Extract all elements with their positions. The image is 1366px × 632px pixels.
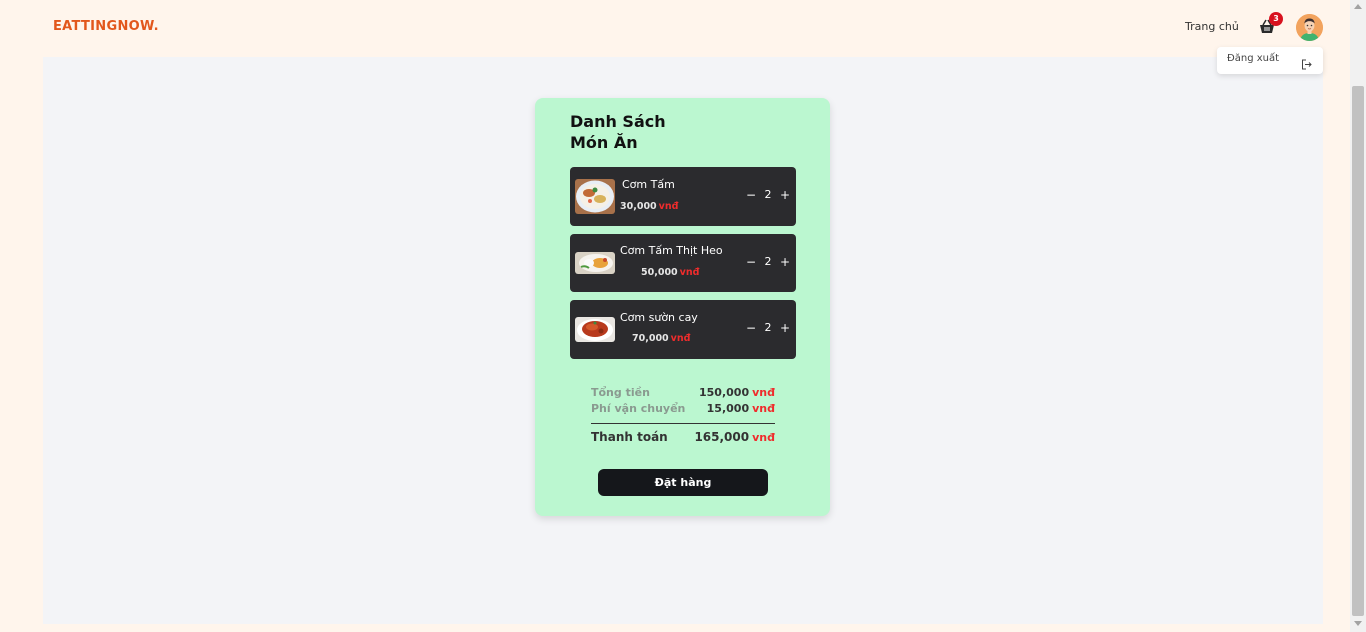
decrease-quantity-button[interactable]: − <box>746 321 756 335</box>
item-name: Cơm Tấm Thịt Heo <box>620 244 723 257</box>
subtotal-label: Tổng tiền <box>591 386 650 399</box>
item-price-value: 30,000 <box>620 201 657 212</box>
cart-item: Cơm Tấm 30,000 vnđ − 2 + <box>570 167 796 226</box>
shipping-value: 15,000 vnđ <box>707 402 775 415</box>
cart-title-line2: Món Ăn <box>570 133 638 152</box>
shipping-amount: 15,000 <box>706 402 750 415</box>
subtotal-currency: vnđ <box>752 386 775 399</box>
quantity-value: 2 <box>764 321 772 334</box>
subtotal-amount: 150,000 <box>699 386 750 399</box>
increase-quantity-button[interactable]: + <box>780 188 790 202</box>
item-price-value: 50,000 <box>641 267 678 278</box>
scroll-down-arrow-icon[interactable] <box>1354 621 1362 626</box>
site-logo[interactable]: EATTINGNOW. <box>53 19 159 34</box>
item-price-currency: vnđ <box>670 333 691 344</box>
page-scrollbar[interactable] <box>1350 0 1366 632</box>
cart-summary-card: Danh Sách Món Ăn Cơm Tấm 30,000 vnđ − 2 + <box>535 98 830 516</box>
increase-quantity-button[interactable]: + <box>780 255 790 269</box>
food-image-com-suon-cay <box>575 317 615 342</box>
total-currency: vnđ <box>752 431 775 444</box>
item-price-currency: vnđ <box>679 267 700 278</box>
item-price: 30,000 vnđ <box>620 201 678 212</box>
subtotal-row: Tổng tiền 150,000 vnđ <box>591 386 775 400</box>
total-row: Thanh toán 165,000 vnđ <box>591 430 775 446</box>
shipping-row: Phí vận chuyển 15,000 vnđ <box>591 402 775 416</box>
scroll-up-arrow-icon[interactable] <box>1354 4 1362 9</box>
cart-count-badge: 3 <box>1269 12 1283 26</box>
logout-icon[interactable] <box>1301 55 1312 70</box>
nav-link-home[interactable]: Trang chủ <box>1185 20 1239 33</box>
logout-menu-item[interactable]: Đăng xuất <box>1227 53 1279 64</box>
food-image-com-tam-thit-heo <box>575 252 615 274</box>
cart-title: Danh Sách Món Ăn <box>570 111 690 153</box>
item-price-currency: vnđ <box>658 201 679 212</box>
scrollbar-thumb[interactable] <box>1352 86 1364 616</box>
cart-title-line1: Danh Sách <box>570 112 666 131</box>
increase-quantity-button[interactable]: + <box>780 321 790 335</box>
top-navbar: EATTINGNOW. Trang chủ 3 <box>0 0 1350 57</box>
quantity-value: 2 <box>764 188 772 201</box>
decrease-quantity-button[interactable]: − <box>746 188 756 202</box>
cart-item: Cơm Tấm Thịt Heo 50,000 vnđ − 2 + <box>570 234 796 292</box>
total-label: Thanh toán <box>591 430 668 444</box>
shipping-label: Phí vận chuyển <box>591 402 686 415</box>
item-name: Cơm Tấm <box>622 178 675 191</box>
food-image-com-tam <box>575 179 615 214</box>
shipping-currency: vnđ <box>752 402 775 415</box>
cart-item: Cơm sườn cay 70,000 vnđ − 2 + <box>570 300 796 359</box>
summary-divider <box>591 423 775 424</box>
item-price-value: 70,000 <box>632 333 669 344</box>
total-value: 165,000 vnđ <box>694 430 775 444</box>
place-order-button[interactable]: Đặt hàng <box>598 469 768 496</box>
item-price: 50,000 vnđ <box>641 267 699 278</box>
quantity-value: 2 <box>764 255 772 268</box>
item-price: 70,000 vnđ <box>632 333 690 344</box>
item-name: Cơm sườn cay <box>620 311 698 324</box>
total-amount: 165,000 <box>694 430 750 444</box>
subtotal-value: 150,000 vnđ <box>699 386 775 399</box>
decrease-quantity-button[interactable]: − <box>746 255 756 269</box>
user-avatar[interactable] <box>1296 14 1323 41</box>
user-dropdown-menu: Đăng xuất <box>1217 47 1323 74</box>
